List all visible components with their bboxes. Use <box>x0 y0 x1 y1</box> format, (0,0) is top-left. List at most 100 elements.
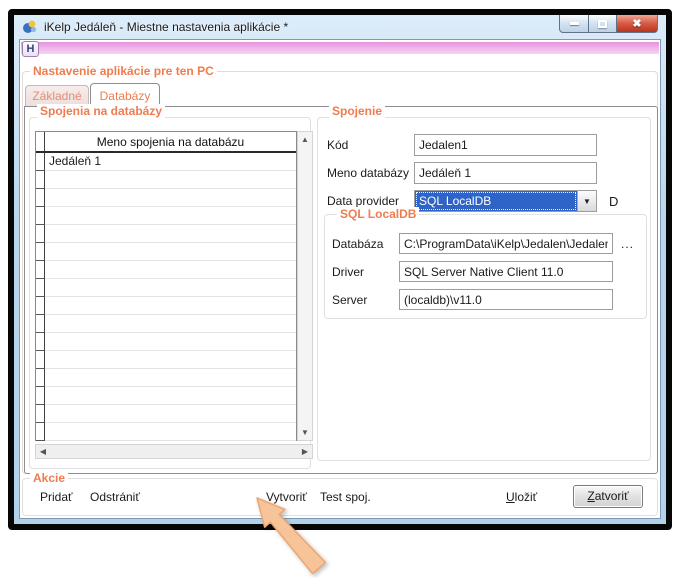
annotation-arrow <box>233 494 343 578</box>
scroll-up-icon[interactable]: ▲ <box>298 133 312 146</box>
scroll-left-icon[interactable]: ◀ <box>36 445 50 458</box>
table-cell <box>45 315 296 333</box>
data-provider-value: SQL LocalDB <box>415 191 577 211</box>
row-selector[interactable] <box>36 315 45 333</box>
connections-table: Meno spojenia na databázu Jedáleň 1 <box>35 131 297 441</box>
row-selector[interactable] <box>36 351 45 369</box>
client-area: H Nastavenie aplikácie pre ten PC Základ… <box>19 39 661 519</box>
row-selector[interactable] <box>36 243 45 261</box>
server-label: Server <box>332 293 367 307</box>
data-provider-select[interactable]: SQL LocalDB ▼ <box>414 190 597 212</box>
row-selector[interactable] <box>36 297 45 315</box>
maximize-icon <box>598 20 607 28</box>
row-selector[interactable] <box>36 423 45 441</box>
app-window: iKelp Jedáleň - Miestne nastavenia aplik… <box>8 9 672 530</box>
vertical-scrollbar[interactable]: ▲ ▼ <box>297 131 313 441</box>
table-row[interactable] <box>36 351 296 369</box>
kod-label: Kód <box>327 138 348 152</box>
table-row[interactable] <box>36 261 296 279</box>
row-selector[interactable] <box>36 279 45 297</box>
table-cell <box>45 261 296 279</box>
sql-localdb-group-label: SQL LocalDB <box>337 207 419 221</box>
table-cell <box>45 423 296 441</box>
meno-databazy-label: Meno databázy <box>327 166 409 180</box>
zatvorit-button[interactable]: Zatvoriť <box>573 485 643 508</box>
row-selector[interactable] <box>36 387 45 405</box>
table-row[interactable] <box>36 297 296 315</box>
row-selector[interactable] <box>36 207 45 225</box>
table-cell <box>45 279 296 297</box>
row-selector[interactable] <box>36 405 45 423</box>
table-row[interactable] <box>36 171 296 189</box>
app-icon <box>22 19 38 35</box>
table-row[interactable]: Jedáleň 1 <box>36 153 296 171</box>
meno-databazy-field[interactable] <box>414 162 597 184</box>
connection-group-label: Spojenie <box>329 104 385 118</box>
minimize-icon <box>570 22 579 25</box>
table-cell <box>45 171 296 189</box>
table-row[interactable] <box>36 333 296 351</box>
help-button[interactable]: H <box>22 41 39 57</box>
tab-zakladne[interactable]: Základné <box>25 85 89 106</box>
window-title: iKelp Jedáleň - Miestne nastavenia aplik… <box>44 20 288 34</box>
table-row[interactable] <box>36 387 296 405</box>
toolbar <box>21 42 659 54</box>
row-selector-header <box>36 132 45 151</box>
row-selector[interactable] <box>36 333 45 351</box>
table-cell <box>45 405 296 423</box>
table-header-label: Meno spojenia na databázu <box>45 132 296 151</box>
title-bar[interactable]: iKelp Jedáleň - Miestne nastavenia aplik… <box>14 15 666 39</box>
table-row[interactable] <box>36 315 296 333</box>
table-cell <box>45 333 296 351</box>
table-cell <box>45 189 296 207</box>
table-cell <box>45 297 296 315</box>
horizontal-scrollbar[interactable]: ◀ ▶ <box>35 444 313 459</box>
ulozit-button[interactable]: Uložiť <box>506 490 537 504</box>
browse-button[interactable]: ... <box>621 237 634 251</box>
server-field[interactable] <box>399 289 613 310</box>
close-icon: ✖ <box>632 17 641 30</box>
maximize-button[interactable] <box>588 15 617 33</box>
scroll-down-icon[interactable]: ▼ <box>298 426 312 439</box>
minimize-button[interactable] <box>559 15 589 33</box>
kod-field[interactable] <box>414 134 597 156</box>
close-button[interactable]: ✖ <box>616 15 658 33</box>
table-row[interactable] <box>36 243 296 261</box>
table-row[interactable] <box>36 405 296 423</box>
table-row[interactable] <box>36 369 296 387</box>
actions-group-label: Akcie <box>30 471 68 485</box>
pridat-button[interactable]: Pridať <box>40 490 73 504</box>
window-controls: ✖ <box>560 15 658 33</box>
table-cell <box>45 369 296 387</box>
dropdown-arrow-icon[interactable]: ▼ <box>577 191 596 211</box>
driver-label: Driver <box>332 265 364 279</box>
table-row[interactable] <box>36 189 296 207</box>
databaza-field[interactable] <box>399 233 613 254</box>
row-selector[interactable] <box>36 153 45 171</box>
tab-panel-databazy: Spojenia na databázy Meno spojenia na da… <box>24 106 658 474</box>
provider-shortcut-label: D <box>609 194 618 209</box>
table-row[interactable] <box>36 279 296 297</box>
table-cell <box>45 207 296 225</box>
table-row[interactable] <box>36 225 296 243</box>
databaza-label: Databáza <box>332 237 383 251</box>
driver-field[interactable] <box>399 261 613 282</box>
row-selector[interactable] <box>36 225 45 243</box>
table-cell <box>45 387 296 405</box>
table-row[interactable] <box>36 423 296 441</box>
table-cell <box>45 351 296 369</box>
row-selector[interactable] <box>36 369 45 387</box>
table-cell <box>45 243 296 261</box>
data-provider-label: Data provider <box>327 194 399 208</box>
table-header[interactable]: Meno spojenia na databázu <box>36 132 296 153</box>
connections-group-label: Spojenia na databázy <box>37 104 165 118</box>
row-selector[interactable] <box>36 189 45 207</box>
row-selector[interactable] <box>36 171 45 189</box>
table-cell: Jedáleň 1 <box>45 153 296 171</box>
scroll-right-icon[interactable]: ▶ <box>298 445 312 458</box>
table-row[interactable] <box>36 207 296 225</box>
odstranit-button[interactable]: Odstrániť <box>90 490 140 504</box>
table-cell <box>45 225 296 243</box>
row-selector[interactable] <box>36 261 45 279</box>
settings-group-label: Nastavenie aplikácie pre ten PC <box>30 64 217 78</box>
